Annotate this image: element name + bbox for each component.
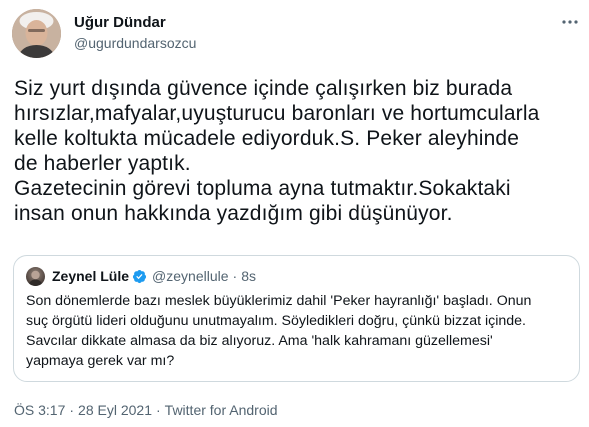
avatar[interactable] (12, 9, 61, 58)
quoted-author-name[interactable]: Zeynel Lüle (52, 268, 129, 284)
tweet-meta: ÖS 3:17 · 28 Eyl 2021 · Twitter for Andr… (14, 400, 278, 420)
tweet: Uğur Dündar @ugurdundarsozcu Siz yurt dı… (0, 0, 589, 427)
quoted-avatar[interactable] (26, 267, 45, 286)
tweet-text: Siz yurt dışında güvence içinde çalışırk… (14, 77, 540, 225)
separator-dot: · (156, 402, 161, 418)
quoted-author-handle[interactable]: @zeynellule (152, 268, 228, 284)
verified-badge-icon (132, 269, 147, 284)
separator-dot: · (69, 402, 75, 418)
quoted-timestamp[interactable]: 8s (241, 268, 256, 284)
separator-dot: · (232, 268, 238, 284)
tweet-time[interactable]: ÖS 3:17 (14, 402, 65, 418)
quoted-tweet[interactable]: Zeynel Lüle @zeynellule · 8s Son dönemle… (13, 255, 580, 382)
tweet-date[interactable]: 28 Eyl 2021 (78, 402, 152, 418)
more-dots-icon[interactable] (560, 12, 580, 32)
tweet-source[interactable]: Twitter for Android (165, 402, 278, 418)
author-name[interactable]: Uğur Dündar (74, 14, 166, 32)
quoted-tweet-text: Son dönemlerde bazı meslek büyüklerimiz … (26, 293, 532, 369)
author-handle[interactable]: @ugurdundarsozcu (74, 34, 196, 52)
quoted-header: Zeynel Lüle @zeynellule · 8s (52, 266, 256, 286)
